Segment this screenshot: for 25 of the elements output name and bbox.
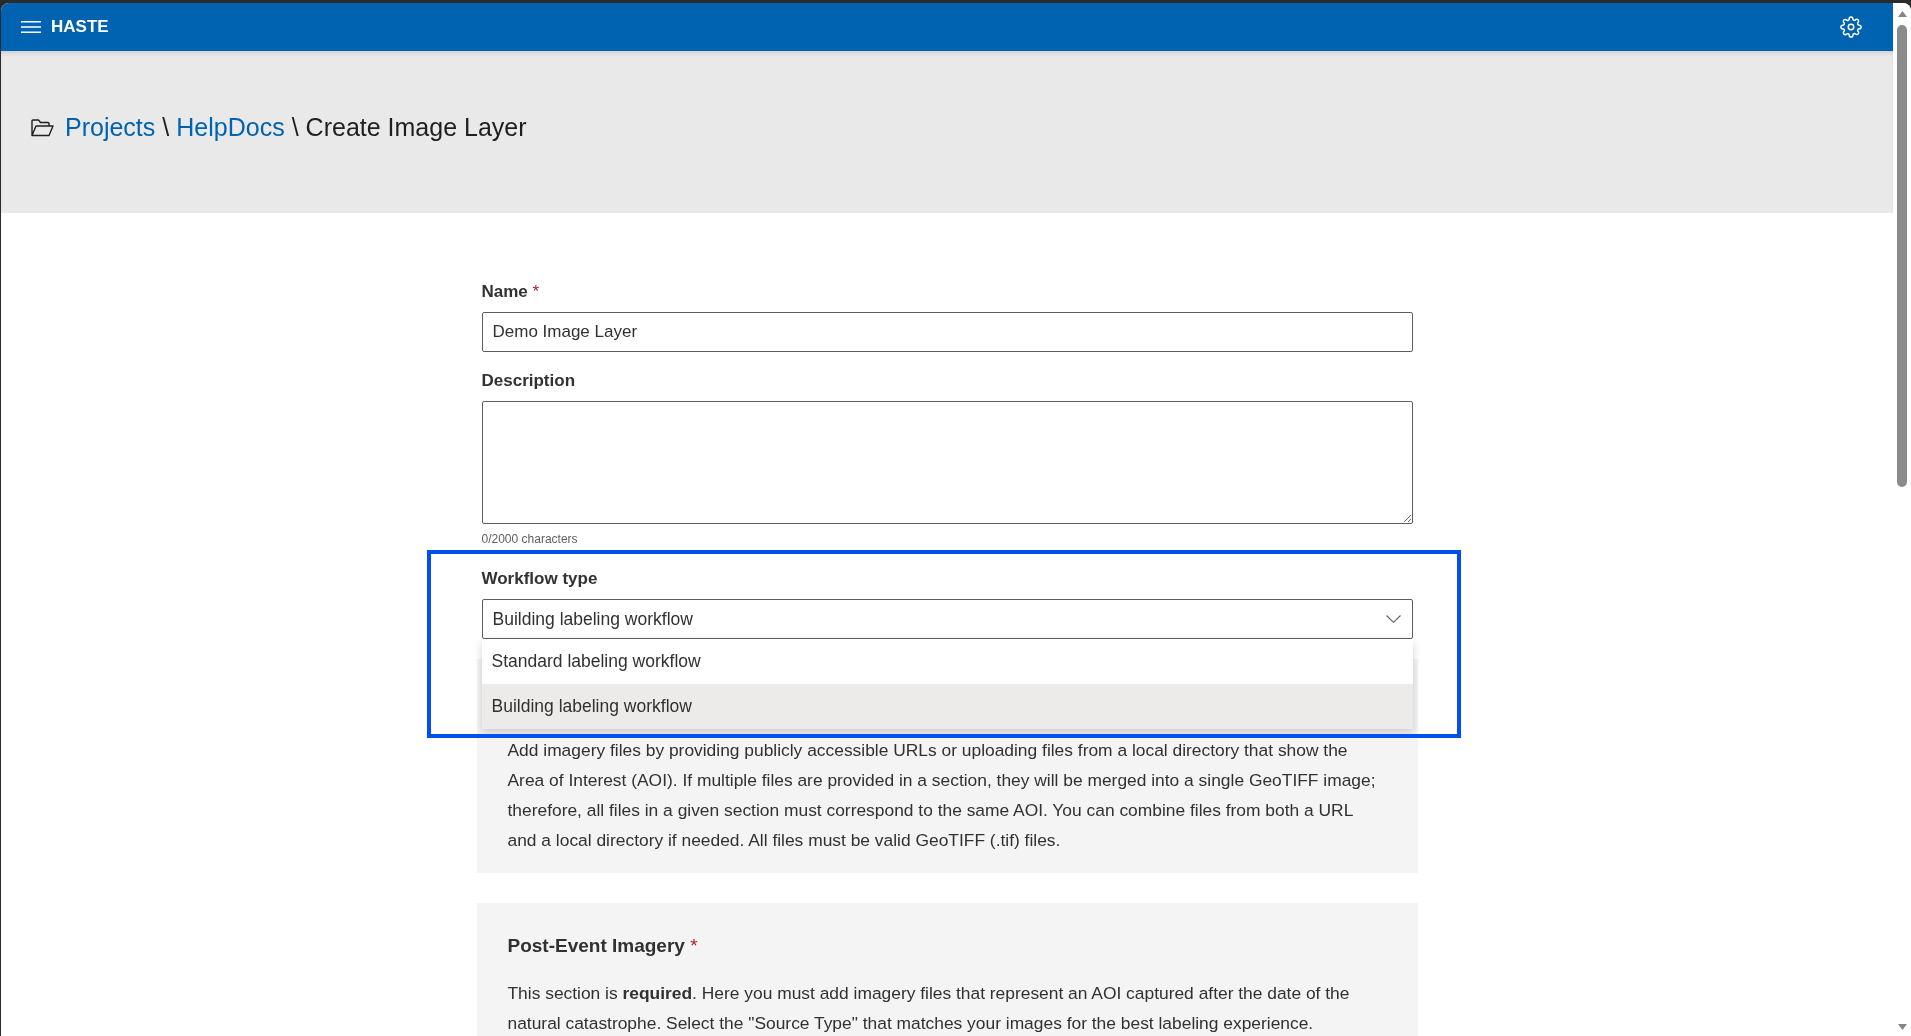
settings-icon[interactable] <box>1840 16 1862 38</box>
breadcrumb-link[interactable]: Projects <box>65 109 156 147</box>
field-label: Description <box>481 370 577 392</box>
dropdown-option[interactable]: Building labeling workflow <box>481 684 1413 729</box>
field-label: Name * <box>481 281 541 303</box>
workflow-select[interactable]: Building labeling workflow <box>481 599 1413 639</box>
dropdown-option[interactable]: Standard labeling workflow <box>481 639 1413 684</box>
description-field[interactable] <box>481 401 1413 524</box>
breadcrumb-separator: \ <box>162 112 170 144</box>
scroll-down-icon[interactable] <box>1897 1024 1907 1030</box>
name-field[interactable]: Demo Image Layer <box>481 312 1413 352</box>
section-description: This section is required. Here you must add imagery files that represent an AOI captured after the date of the natural catastrophe. Select the "Source Type" that matches your images for the best labeling experience. <box>507 982 1351 1035</box>
breadcrumb-link[interactable]: HelpDocs <box>176 109 285 147</box>
page-title: Create Image Layer <box>305 112 527 144</box>
section-title: Post-Event Imagery * <box>507 934 699 958</box>
field-label: Workflow type <box>481 568 599 590</box>
menu-icon[interactable] <box>21 21 41 33</box>
section-description: Add imagery files by providing publicly accessible URLs or uploading files from a local directory that show the Area of Interest (AOI). If multiple files are provided in a section, they will be merged into a single GeoTIFF image; therefore, all files in a given section must correspond to the same AOI. You can combine files from both a URL and a local directory if needed. All files must be valid GeoTIFF (.tif) files. <box>507 739 1377 852</box>
scroll-up-icon[interactable] <box>1897 11 1907 17</box>
scrollbar-thumb[interactable] <box>1897 25 1907 487</box>
breadcrumb-separator: \ <box>291 112 299 144</box>
chevron-down-icon <box>1385 615 1401 623</box>
folder-icon <box>31 119 54 137</box>
app-title: HASTE <box>51 16 109 39</box>
character-counter: 0/2000 characters <box>481 531 579 547</box>
